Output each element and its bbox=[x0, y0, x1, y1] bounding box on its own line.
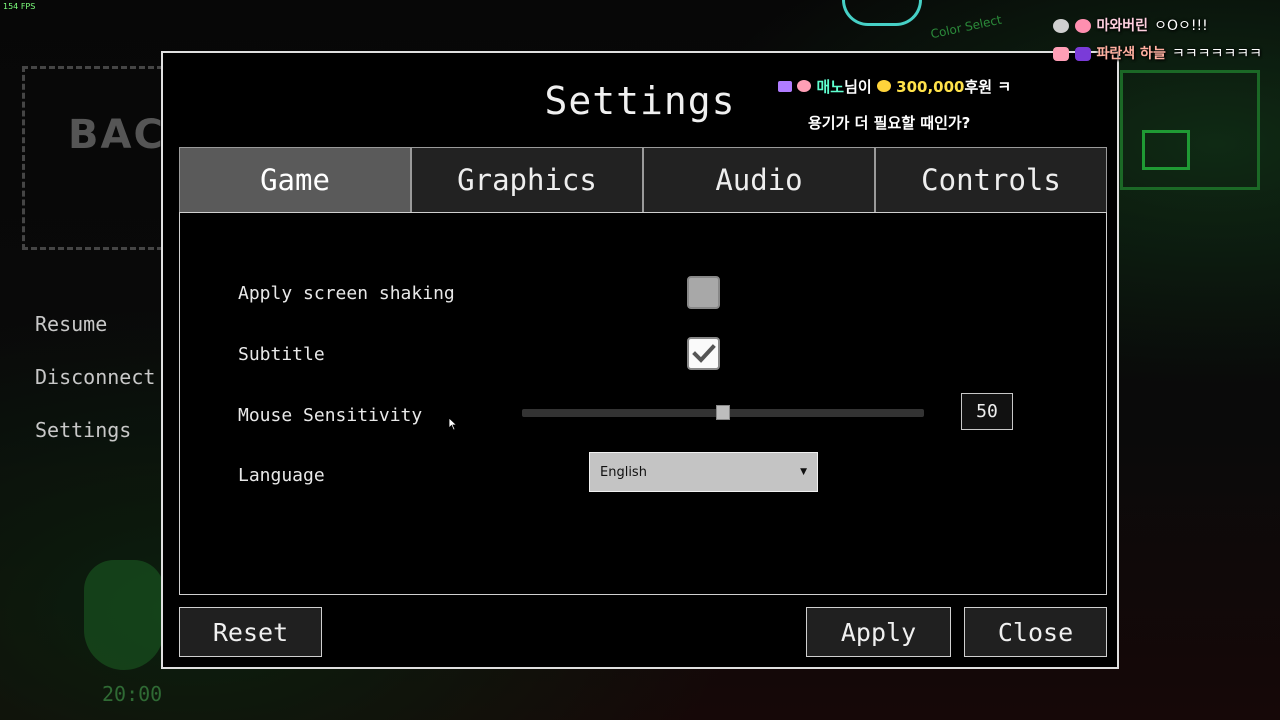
background-game-logo-text: BAC bbox=[68, 112, 165, 158]
tab-game[interactable]: Game bbox=[179, 147, 411, 213]
donation-unit: 후원 bbox=[964, 78, 993, 96]
pause-menu-resume[interactable]: Resume bbox=[35, 310, 155, 363]
language-dropdown-value: English bbox=[600, 464, 647, 480]
slider-handle[interactable] bbox=[716, 405, 730, 420]
chat-message: 파란색 하늘 ㅋㅋㅋㅋㅋㅋㅋ bbox=[1052, 40, 1262, 68]
tab-audio[interactable]: Audio bbox=[643, 147, 875, 213]
mouse-sensitivity-slider[interactable] bbox=[522, 405, 924, 420]
fps-counter: 154 FPS bbox=[3, 2, 36, 11]
mouse-sensitivity-label: Mouse Sensitivity bbox=[238, 405, 423, 426]
screen-shaking-label: Apply screen shaking bbox=[238, 283, 455, 304]
donor-name: 매노 bbox=[816, 78, 845, 96]
donation-amount: 300,000 bbox=[896, 78, 965, 96]
donation-message: 용기가 더 필요할 때인가? bbox=[808, 114, 971, 132]
game-settings-panel: Apply screen shaking Subtitle Mouse Sens… bbox=[179, 212, 1107, 595]
chat-username: 파란색 하늘 bbox=[1096, 46, 1166, 62]
chat-username: 마와버린 bbox=[1096, 18, 1149, 34]
chat-text: ㅋㅋㅋㅋㅋㅋㅋ bbox=[1171, 46, 1262, 62]
background-game-logo-frame bbox=[22, 66, 172, 250]
chevron-down-icon: ▼ bbox=[800, 467, 807, 477]
chat-message: 마와버린 ㅇOㅇ!!! bbox=[1052, 12, 1262, 40]
close-button[interactable]: Close bbox=[964, 607, 1107, 657]
gas-mask-icon bbox=[84, 560, 164, 670]
background-green-sign bbox=[1120, 70, 1260, 190]
crown-badge-icon bbox=[1052, 47, 1069, 61]
checkmark-icon bbox=[691, 343, 716, 363]
reset-button[interactable]: Reset bbox=[179, 607, 322, 657]
donation-alert: 매노님이 300,000후원 ㅋ bbox=[778, 76, 1011, 97]
settings-dialog: Settings Game Graphics Audio Controls Ap… bbox=[161, 51, 1119, 669]
user-avatar-icon bbox=[1052, 19, 1069, 33]
coin-icon bbox=[876, 80, 891, 92]
language-label: Language bbox=[238, 465, 325, 486]
tab-controls[interactable]: Controls bbox=[875, 147, 1107, 213]
crown-badge-icon bbox=[778, 81, 792, 92]
background-color-select-sign: Color Select bbox=[929, 12, 1003, 42]
game-timer: 20:00 bbox=[102, 682, 163, 706]
settings-tabs: Game Graphics Audio Controls bbox=[179, 147, 1107, 213]
subscriber-badge-icon bbox=[1074, 47, 1091, 61]
chat-text: ㅇOㅇ!!! bbox=[1154, 18, 1208, 34]
stream-chat-overlay: 마와버린 ㅇOㅇ!!! 파란색 하늘 ㅋㅋㅋㅋㅋㅋㅋ bbox=[1052, 12, 1262, 68]
pause-menu: Resume Disconnect Settings bbox=[35, 310, 155, 469]
subtitle-checkbox[interactable] bbox=[687, 337, 720, 370]
background-decoration bbox=[842, 0, 922, 26]
background-green-sign-inner bbox=[1142, 130, 1190, 170]
mouse-sensitivity-value[interactable]: 50 bbox=[961, 393, 1013, 430]
language-dropdown[interactable]: English ▼ bbox=[589, 452, 818, 492]
tab-graphics[interactable]: Graphics bbox=[411, 147, 643, 213]
donation-tail: ㅋ bbox=[997, 78, 1012, 96]
mouse-cursor-icon bbox=[448, 417, 458, 431]
pause-menu-settings[interactable]: Settings bbox=[35, 416, 155, 469]
badge-icon bbox=[1074, 19, 1091, 33]
apply-button[interactable]: Apply bbox=[806, 607, 951, 657]
heart-badge-icon bbox=[797, 80, 812, 92]
donor-suffix: 님이 bbox=[844, 78, 872, 96]
screen-shaking-checkbox[interactable] bbox=[687, 276, 720, 309]
subtitle-label: Subtitle bbox=[238, 344, 325, 365]
pause-menu-disconnect[interactable]: Disconnect bbox=[35, 363, 155, 416]
